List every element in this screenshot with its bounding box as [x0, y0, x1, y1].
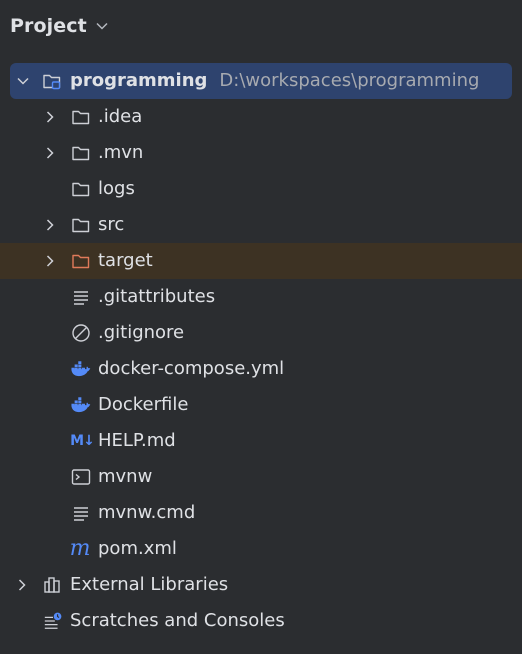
- excluded-folder-icon: [71, 251, 91, 271]
- project-tree: programming D:\workspaces\programming .id…: [0, 63, 522, 639]
- tree-item-label: docker-compose.yml: [98, 358, 285, 379]
- tree-row-mvn[interactable]: .mvn: [0, 135, 522, 171]
- chevron-right-icon[interactable]: [43, 218, 57, 232]
- tree-row-gitignore[interactable]: .gitignore: [0, 315, 522, 351]
- tree-item-label: .mvn: [98, 142, 144, 163]
- library-icon: [43, 575, 63, 595]
- maven-icon: m: [69, 536, 91, 561]
- text-file-icon: [71, 287, 91, 307]
- tree-row-docker-compose[interactable]: docker-compose.yml: [0, 351, 522, 387]
- tree-row-help-md[interactable]: M↓ HELP.md: [0, 423, 522, 459]
- project-view-header[interactable]: Project: [10, 13, 109, 39]
- tree-row-target[interactable]: target: [0, 243, 522, 279]
- tree-row-mvnw-cmd[interactable]: mvnw.cmd: [0, 495, 522, 531]
- tree-item-label: .gitattributes: [98, 286, 216, 307]
- tree-row-src[interactable]: src: [0, 207, 522, 243]
- tree-item-label: Dockerfile: [98, 394, 189, 415]
- root-label-group: programming D:\workspaces\programming: [70, 68, 479, 94]
- docker-icon: [71, 359, 91, 379]
- tree-item-label: HELP.md: [98, 430, 176, 451]
- tree-item-label: Scratches and Consoles: [70, 610, 285, 631]
- folder-icon: [71, 215, 91, 235]
- tree-item-label: src: [98, 214, 125, 235]
- tree-row-external-libraries[interactable]: External Libraries: [0, 567, 522, 603]
- tree-row-gitattributes[interactable]: .gitattributes: [0, 279, 522, 315]
- tree-item-label: mvnw: [98, 466, 153, 487]
- module-folder-icon: [42, 71, 62, 91]
- tree-item-label: pom.xml: [98, 538, 177, 559]
- root-path: D:\workspaces\programming: [219, 70, 480, 91]
- tree-row-root[interactable]: programming D:\workspaces\programming: [10, 63, 512, 99]
- ignore-file-icon: [71, 323, 91, 343]
- text-file-icon: [71, 503, 91, 523]
- chevron-right-icon[interactable]: [43, 110, 57, 124]
- tree-item-label: .gitignore: [98, 322, 185, 343]
- tree-row-dockerfile[interactable]: Dockerfile: [0, 387, 522, 423]
- tree-row-logs[interactable]: logs: [0, 171, 522, 207]
- folder-icon: [71, 179, 91, 199]
- project-view-title: Project: [10, 15, 87, 37]
- tree-item-label: logs: [98, 178, 135, 199]
- chevron-right-icon[interactable]: [43, 254, 57, 268]
- root-name: programming: [70, 70, 208, 91]
- docker-icon: [71, 395, 91, 415]
- tree-item-label: .idea: [98, 106, 143, 127]
- folder-icon: [71, 107, 91, 127]
- scratches-icon: [43, 611, 63, 631]
- terminal-script-icon: [71, 467, 91, 487]
- tree-row-scratches[interactable]: Scratches and Consoles: [0, 603, 522, 639]
- tree-item-label: mvnw.cmd: [98, 502, 196, 523]
- tree-item-label: External Libraries: [70, 574, 229, 595]
- chevron-right-icon[interactable]: [43, 146, 57, 160]
- tree-row-mvnw[interactable]: mvnw: [0, 459, 522, 495]
- tree-row-idea[interactable]: .idea: [0, 99, 522, 135]
- chevron-right-icon[interactable]: [15, 578, 29, 592]
- tree-row-pom-xml[interactable]: m pom.xml: [0, 531, 522, 567]
- markdown-icon: M↓: [70, 433, 95, 449]
- chevron-down-icon[interactable]: [95, 19, 109, 33]
- chevron-down-icon[interactable]: [16, 74, 30, 88]
- tree-item-label: target: [98, 250, 153, 271]
- folder-icon: [71, 143, 91, 163]
